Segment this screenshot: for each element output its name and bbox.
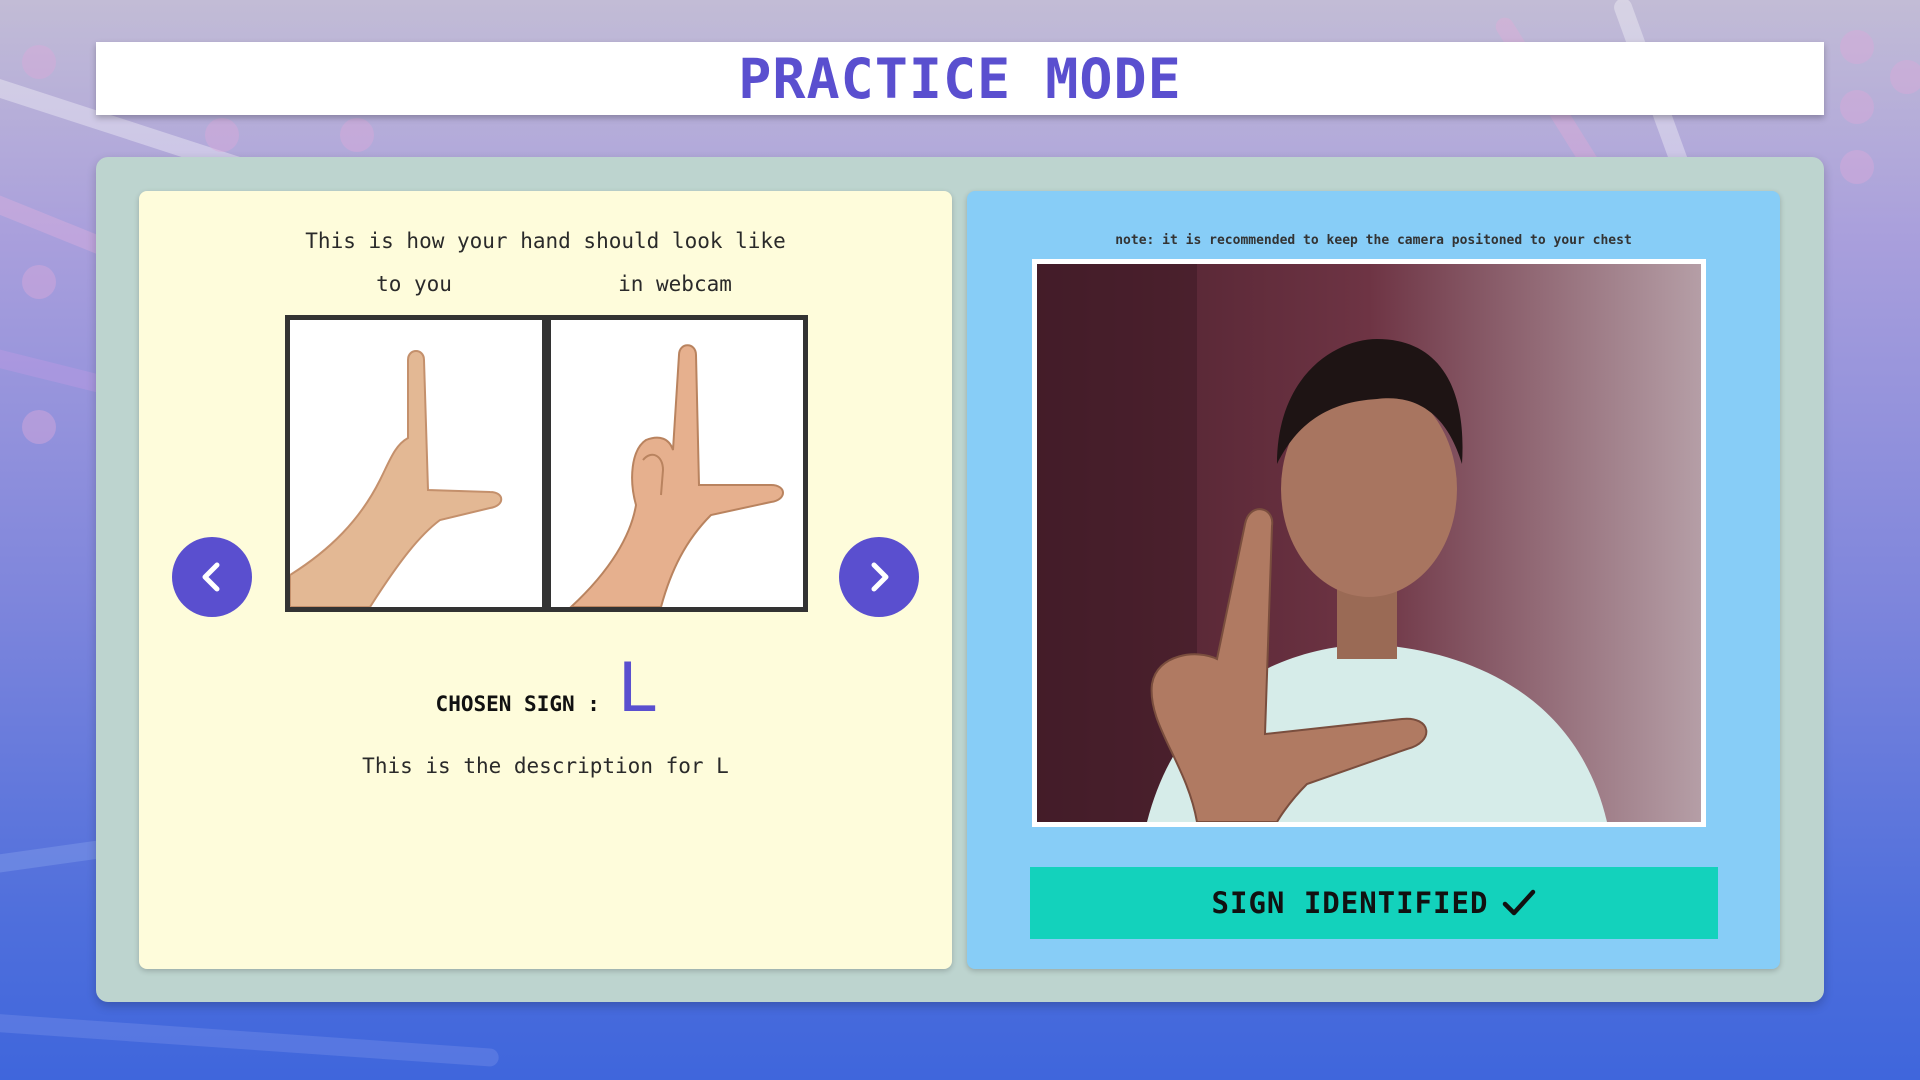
chosen-sign-letter: L	[617, 649, 656, 728]
page-header: PRACTICE MODE	[96, 42, 1824, 115]
camera-note: note: it is recommended to keep the came…	[1115, 233, 1632, 248]
sign-identified-button[interactable]: SIGN IDENTIFIED	[1030, 867, 1718, 939]
page-title: PRACTICE MODE	[738, 46, 1182, 111]
sign-identified-label: SIGN IDENTIFIED	[1211, 886, 1489, 920]
webcam-panel: note: it is recommended to keep the came…	[967, 191, 1780, 969]
caption-to-you: to you	[376, 272, 452, 296]
chevron-left-icon	[202, 562, 220, 592]
webcam-feed	[1032, 259, 1706, 827]
practice-card: This is how your hand should look like t…	[96, 157, 1824, 1002]
chevron-right-icon	[871, 562, 889, 592]
chosen-sign: CHOSEN SIGN : L	[139, 649, 952, 728]
hand-reference-image-you	[285, 315, 547, 612]
caption-in-webcam: in webcam	[618, 272, 732, 296]
instruction-text: This is how your hand should look like	[305, 229, 786, 253]
chosen-sign-label: CHOSEN SIGN :	[435, 692, 600, 716]
next-sign-button[interactable]	[839, 537, 919, 617]
hand-reference-image-webcam	[546, 315, 808, 612]
previous-sign-button[interactable]	[172, 537, 252, 617]
reference-panel: This is how your hand should look like t…	[139, 191, 952, 969]
checkmark-icon	[1503, 889, 1536, 916]
sign-description: This is the description for L	[362, 754, 729, 778]
